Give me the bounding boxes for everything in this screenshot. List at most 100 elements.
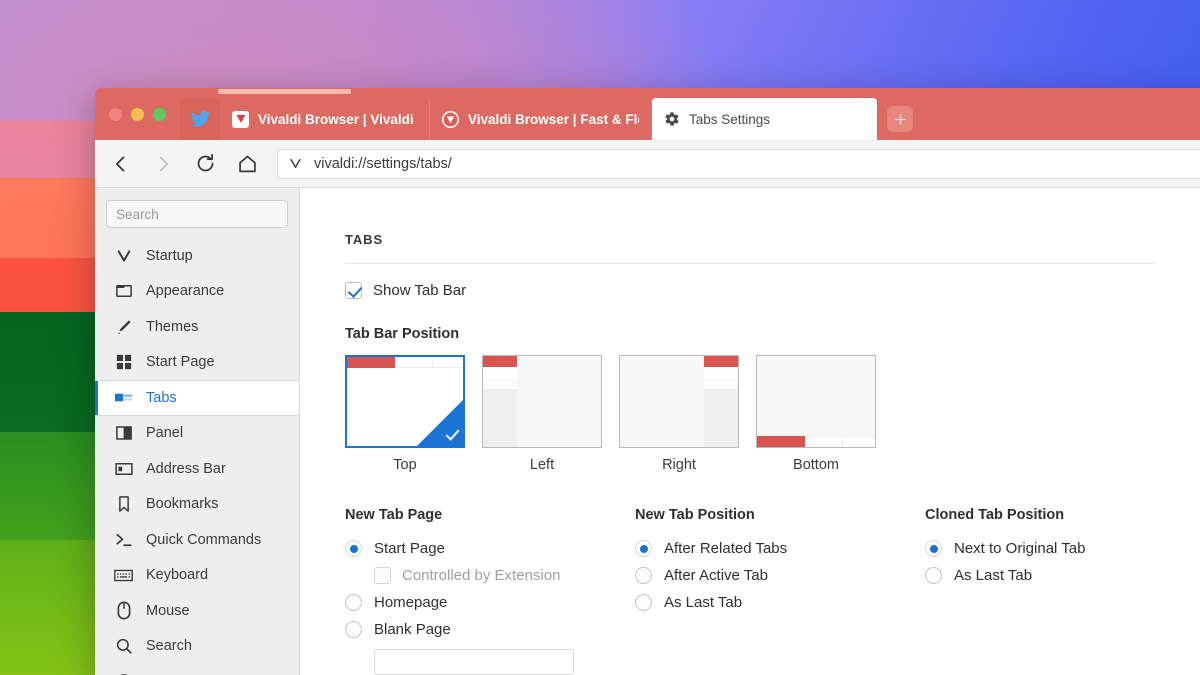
back-button[interactable] [101, 144, 141, 184]
maximize-window-button[interactable] [153, 108, 166, 121]
tab-position-option-bottom[interactable]: Bottom [756, 355, 876, 473]
tab-position-preview-top[interactable] [345, 355, 465, 448]
minimize-window-button[interactable] [131, 108, 144, 121]
vivaldi-favicon [232, 111, 249, 128]
radio-button[interactable] [635, 594, 652, 611]
search-icon [114, 637, 133, 656]
new-tab-position-group: New Tab Position After Related Tabs Afte… [635, 507, 925, 675]
selected-corner [417, 400, 463, 446]
tab-position-option-right[interactable]: Right [619, 355, 739, 473]
sidebar-item-panel[interactable]: Panel [95, 416, 299, 452]
sidebar-item-privacy[interactable]: Privacy [95, 664, 299, 675]
preview-active-tab [347, 357, 395, 368]
vivaldi-favicon [442, 111, 459, 128]
sidebar-item-search[interactable]: Search [95, 629, 299, 665]
option-label: Homepage [374, 594, 447, 611]
tab-position-preview-bottom[interactable] [756, 355, 876, 448]
grid-icon [114, 353, 133, 372]
desktop-wallpaper: Vivaldi Browser | Vivaldi Foru Vivaldi B… [0, 0, 1200, 675]
close-window-button[interactable] [109, 108, 122, 121]
tab-position-preview-left[interactable] [482, 355, 602, 448]
controlled-by-extension-row: Controlled by Extension [345, 562, 635, 589]
preview-tab [483, 367, 517, 378]
sidebar-item-label: Startup [146, 248, 193, 264]
sidebar-item-start-page[interactable]: Start Page [95, 345, 299, 381]
new-tab-position-heading: New Tab Position [635, 507, 925, 523]
preview-tab-divider [395, 357, 396, 368]
brush-icon [114, 317, 133, 336]
radio-button[interactable] [345, 594, 362, 611]
tab-position-option-top[interactable]: Top [345, 355, 465, 473]
controlled-by-extension-checkbox [374, 567, 391, 584]
search-input[interactable] [116, 207, 278, 222]
preview-tab-divider [805, 436, 806, 447]
sidebar-item-label: Bookmarks [146, 496, 219, 512]
new-tab-button[interactable] [887, 106, 913, 132]
sidebar-item-label: Appearance [146, 283, 224, 299]
show-tab-bar-row[interactable]: Show Tab Bar [345, 282, 1200, 299]
sidebar-item-bookmarks[interactable]: Bookmarks [95, 487, 299, 523]
sidebar-item-keyboard[interactable]: Keyboard [95, 558, 299, 594]
reload-icon [195, 153, 216, 174]
sidebar-item-tabs[interactable]: Tabs [95, 380, 299, 416]
url-input[interactable]: vivaldi://settings/tabs/ [277, 149, 1200, 179]
chevron-left-icon [111, 154, 131, 174]
sidebar-item-label: Search [146, 638, 192, 654]
cloned-tab-position-group: Cloned Tab Position Next to Original Tab… [925, 507, 1200, 675]
sidebar-item-label: Start Page [146, 354, 215, 370]
preview-tab [483, 378, 517, 389]
new-tab-position-option-after-related[interactable]: After Related Tabs [635, 535, 925, 562]
option-label: After Related Tabs [664, 540, 787, 557]
new-tab-page-option-blank-page[interactable]: Blank Page [345, 616, 635, 643]
window-controls [95, 88, 180, 140]
option-label: As Last Tab [954, 567, 1032, 584]
preview-tab-divider [432, 357, 433, 368]
tab-bar-position-heading: Tab Bar Position [345, 326, 1200, 342]
show-tab-bar-checkbox[interactable] [345, 282, 362, 299]
search-box[interactable] [106, 200, 288, 228]
show-tab-bar-label: Show Tab Bar [373, 282, 466, 299]
sidebar-item-quick-commands[interactable]: Quick Commands [95, 522, 299, 558]
radio-button[interactable] [635, 540, 652, 557]
homepage-url-input[interactable] [374, 649, 574, 675]
new-tab-page-option-homepage[interactable]: Homepage [345, 589, 635, 616]
radio-button[interactable] [925, 567, 942, 584]
tab-vivaldi-forum[interactable]: Vivaldi Browser | Vivaldi Foru [220, 98, 430, 140]
forward-button[interactable] [143, 144, 183, 184]
home-button[interactable] [227, 144, 267, 184]
new-tab-page-heading: New Tab Page [345, 507, 635, 523]
preview-tab [704, 378, 738, 389]
pinned-tab-twitter[interactable] [180, 98, 220, 140]
new-tab-position-option-after-active[interactable]: After Active Tab [635, 562, 925, 589]
reload-button[interactable] [185, 144, 225, 184]
sidebar-item-label: Keyboard [146, 567, 208, 583]
radio-button[interactable] [345, 621, 362, 638]
new-tab-page-group: New Tab Page Start Page Controlled by Ex… [345, 507, 635, 675]
new-tab-position-option-as-last[interactable]: As Last Tab [635, 589, 925, 616]
sidebar-item-appearance[interactable]: Appearance [95, 274, 299, 310]
tab-position-option-left[interactable]: Left [482, 355, 602, 473]
sidebar-item-startup[interactable]: Startup [95, 238, 299, 274]
sidebar-item-mouse[interactable]: Mouse [95, 593, 299, 629]
tabs-icon [114, 388, 133, 407]
tab-position-preview-right[interactable] [619, 355, 739, 448]
cloned-tab-position-option-as-last[interactable]: As Last Tab [925, 562, 1200, 589]
active-tab-accent-line [218, 89, 351, 94]
radio-button[interactable] [925, 540, 942, 557]
tab-vivaldi-home[interactable]: Vivaldi Browser | Fast & Flexi [430, 98, 652, 140]
sidebar-item-label: Quick Commands [146, 532, 261, 548]
sidebar-item-address-bar[interactable]: Address Bar [95, 451, 299, 487]
window-icon [114, 282, 133, 301]
chevron-right-icon [153, 154, 173, 174]
new-tab-page-option-start-page[interactable]: Start Page [345, 535, 635, 562]
tab-tabs-settings[interactable]: Tabs Settings [652, 98, 877, 140]
twitter-icon [191, 111, 210, 127]
sidebar-item-label: Tabs [146, 390, 177, 406]
tab-title: Tabs Settings [689, 112, 770, 127]
address-bar-icon [114, 459, 133, 478]
cloned-tab-position-option-next-to-original[interactable]: Next to Original Tab [925, 535, 1200, 562]
tab-position-label: Top [345, 457, 465, 473]
radio-button[interactable] [345, 540, 362, 557]
sidebar-item-themes[interactable]: Themes [95, 309, 299, 345]
radio-button[interactable] [635, 567, 652, 584]
